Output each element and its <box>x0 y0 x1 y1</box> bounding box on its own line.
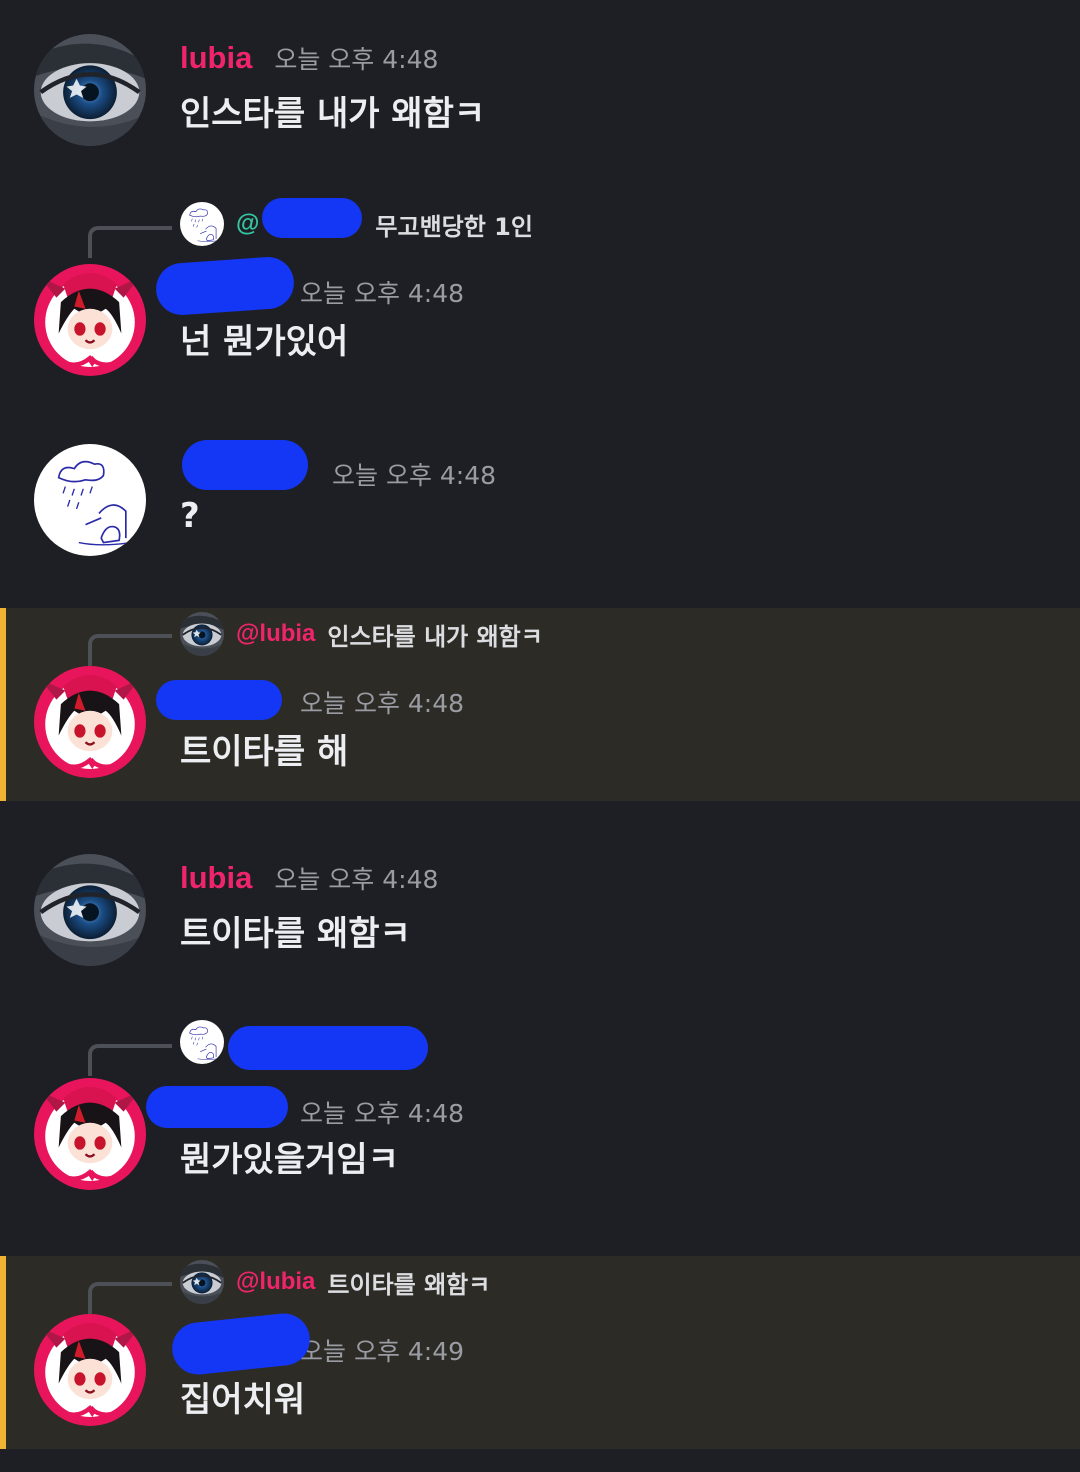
redaction <box>262 198 362 238</box>
timestamp: 오늘 오후 4:48 <box>300 279 465 308</box>
doodle-avatar-icon <box>180 202 224 246</box>
reply-mention[interactable]: @lubia <box>236 1268 315 1296</box>
message-text: 넌 뭔가있어 <box>180 322 349 362</box>
message-text: 인스타를 내가 왜함ㅋ <box>180 94 486 134</box>
message-text: ? <box>180 496 200 536</box>
redaction <box>182 440 308 490</box>
message-3[interactable]: 오늘 오후 4:48 ? <box>0 420 1080 590</box>
message-7[interactable]: @lubia 트이타를 왜함ㅋ 오늘 오후 4:49 집어치워 <box>0 1256 1080 1449</box>
redaction <box>154 255 296 317</box>
devil-girl-avatar-icon[interactable] <box>34 264 146 376</box>
message-1[interactable]: lubia 오늘 오후 4:48 인스타를 내가 왜함ㅋ <box>0 0 1080 170</box>
devil-girl-avatar-icon[interactable] <box>34 666 146 778</box>
reply-connector <box>88 226 172 258</box>
eye-avatar-icon <box>180 612 224 656</box>
eye-avatar-icon[interactable] <box>34 854 146 966</box>
message-4[interactable]: @lubia 인스타를 내가 왜함ㅋ 오늘 오후 4:48 트이타를 해 <box>0 608 1080 801</box>
message-6[interactable]: 오늘 오후 4:48 뭔가있을거임ㅋ <box>0 1010 1080 1230</box>
rain-doodle-avatar-icon[interactable] <box>34 444 146 556</box>
reply-connector <box>88 634 172 666</box>
reply-preview[interactable]: @lubia 인스타를 내가 왜함ㅋ <box>180 612 543 656</box>
redaction <box>156 680 282 720</box>
timestamp: 오늘 오후 4:49 <box>300 1337 465 1366</box>
timestamp: 오늘 오후 4:48 <box>274 45 439 74</box>
username[interactable]: lubia <box>180 860 252 896</box>
redaction <box>146 1086 288 1128</box>
devil-girl-avatar-icon[interactable] <box>34 1078 146 1190</box>
reply-preview[interactable] <box>180 1020 224 1064</box>
reply-text: 무고밴당한 1인 <box>375 212 533 241</box>
reply-text: 트이타를 왜함ㅋ <box>327 1270 491 1299</box>
message-text: 트이타를 왜함ㅋ <box>180 914 411 954</box>
username[interactable]: lubia <box>180 40 252 76</box>
devil-girl-avatar-icon[interactable] <box>34 1314 146 1426</box>
timestamp: 오늘 오후 4:48 <box>274 865 439 894</box>
timestamp: 오늘 오후 4:48 <box>300 689 465 718</box>
reply-preview[interactable]: @lubia 트이타를 왜함ㅋ <box>180 1260 490 1304</box>
timestamp: 오늘 오후 4:48 <box>300 1099 465 1128</box>
message-5[interactable]: lubia 오늘 오후 4:48 트이타를 왜함ㅋ <box>0 820 1080 990</box>
redaction <box>228 1026 428 1070</box>
reply-connector <box>88 1282 172 1314</box>
message-text: 트이타를 해 <box>180 732 349 772</box>
timestamp: 오늘 오후 4:48 <box>332 461 497 490</box>
eye-avatar-icon[interactable] <box>34 34 146 146</box>
redaction <box>169 1310 313 1378</box>
message-text: 집어치워 <box>180 1380 306 1420</box>
reply-mention[interactable]: @lubia <box>236 620 315 648</box>
doodle-avatar-icon <box>180 1020 224 1064</box>
reply-text: 인스타를 내가 왜함ㅋ <box>327 622 543 651</box>
reply-connector <box>88 1044 172 1076</box>
eye-avatar-icon <box>180 1260 224 1304</box>
message-2[interactable]: @ 무고밴당한 1인 오늘 오후 4:48 넌 뭔가있어 <box>0 190 1080 400</box>
reply-mention[interactable]: @ <box>236 210 259 238</box>
message-text: 뭔가있을거임ㅋ <box>180 1140 399 1180</box>
